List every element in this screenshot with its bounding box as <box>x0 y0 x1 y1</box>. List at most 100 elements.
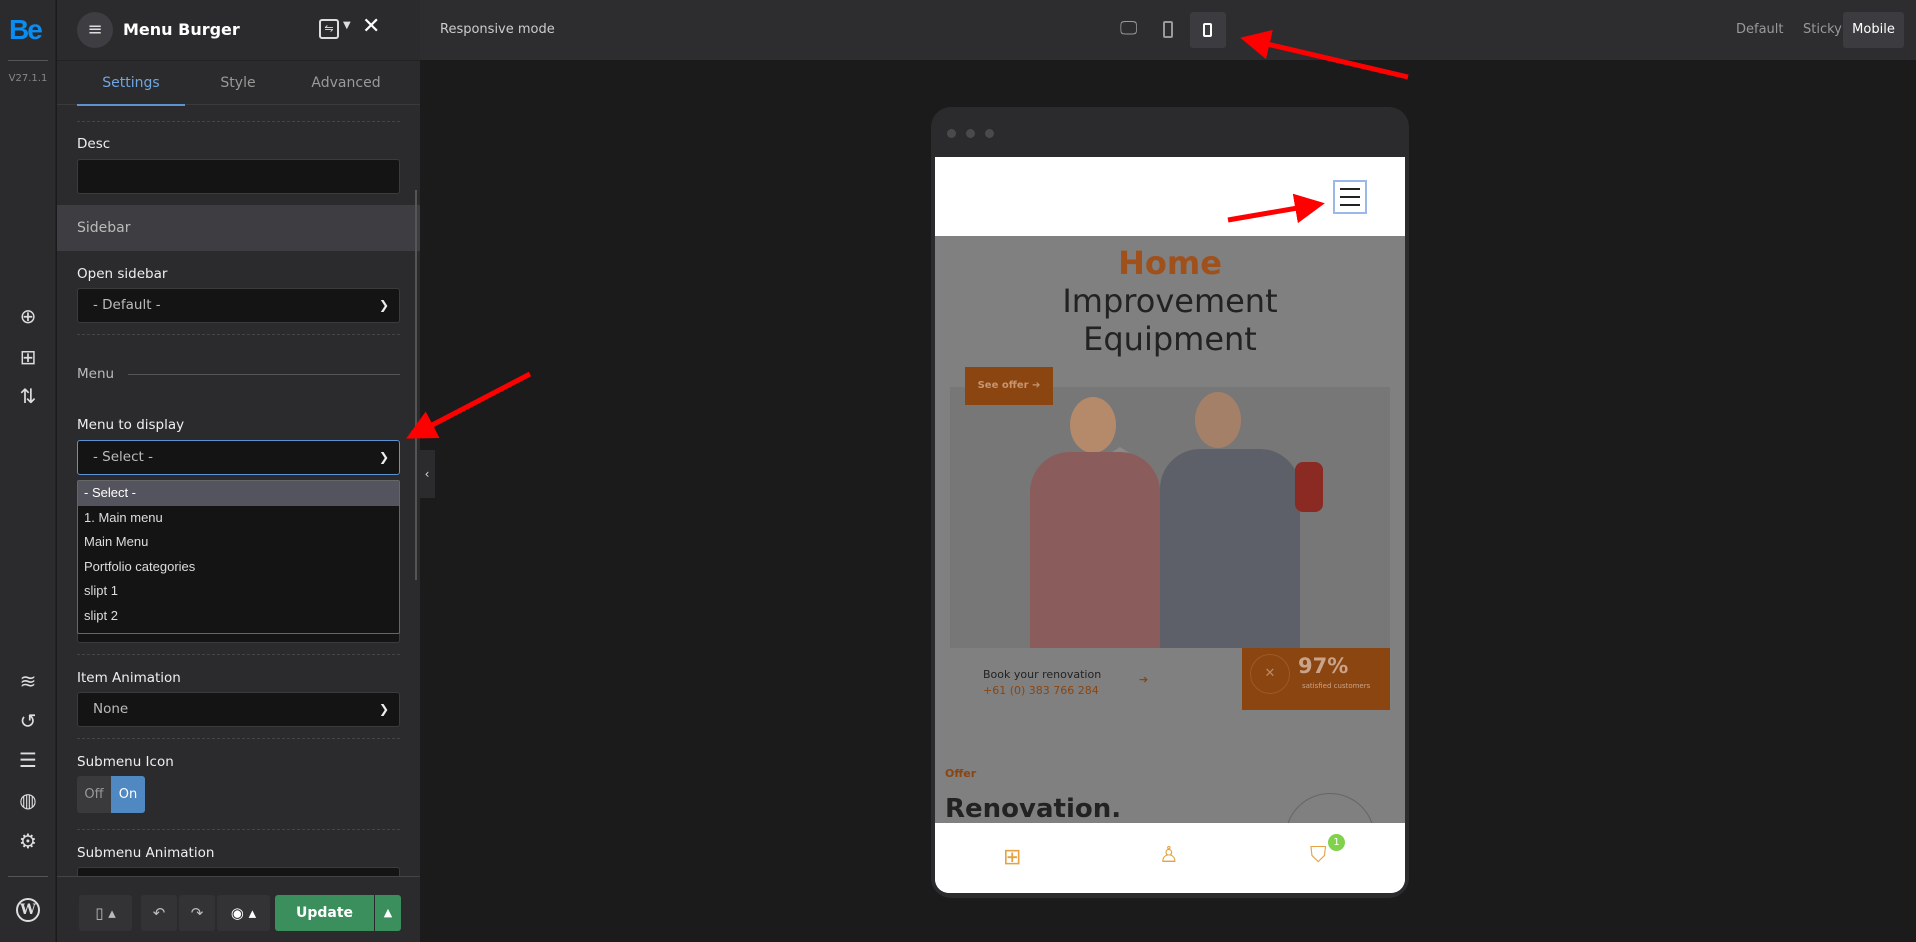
add-element-icon[interactable]: ⊕ <box>16 304 40 328</box>
caret-down-icon[interactable]: ▼ <box>343 20 351 31</box>
frame-dot <box>966 129 975 138</box>
settings-panel: ≡ Menu Burger ⇋ ▼ ✕ Settings Style Advan… <box>57 0 420 942</box>
close-icon[interactable]: ✕ <box>362 14 380 39</box>
menu-burger-element-icon: ≡ <box>77 12 113 48</box>
tools-icon: ✕ <box>1250 654 1290 694</box>
add-section-icon[interactable]: ⊞ <box>16 345 40 369</box>
mobile-bottom-nav: ⊞ ♙ ⛉ 1 <box>935 823 1405 893</box>
mobile-icon <box>1203 23 1212 37</box>
worker-woman-head <box>1070 397 1116 453</box>
menu-dropdown-list: - Select - 1. Main menu Main Menu Portfo… <box>77 480 400 634</box>
undo-button[interactable]: ↶ <box>141 895 177 931</box>
menu-option[interactable]: Portfolio categories <box>78 555 399 580</box>
user-icon[interactable]: ♙ <box>1159 843 1179 868</box>
grid-icon[interactable]: ⊞ <box>1003 845 1021 870</box>
offer-label: Offer <box>945 767 977 780</box>
tab-advanced[interactable]: Advanced <box>292 61 400 106</box>
gear-icon[interactable]: ⚙ <box>16 829 40 853</box>
divider <box>77 829 400 830</box>
menu-burger-button[interactable] <box>1333 180 1367 214</box>
divider <box>77 654 400 655</box>
chevron-down-icon: ❯ <box>378 298 389 312</box>
divider <box>128 374 400 375</box>
see-offer-button[interactable]: See offer ➔ <box>965 367 1053 405</box>
tab-style[interactable]: Style <box>184 61 292 106</box>
submenu-icon-toggle[interactable]: Off On <box>77 776 145 813</box>
menu-option[interactable]: slipt 2 <box>78 604 399 629</box>
open-sidebar-select[interactable]: - Default - ❯ <box>77 288 400 323</box>
item-animation-label: Item Animation <box>77 670 181 686</box>
preview-button[interactable]: ◉ ▴ <box>217 895 270 931</box>
worker-man-head <box>1195 392 1241 448</box>
menu-option[interactable]: - Select - <box>78 481 399 506</box>
redo-button[interactable]: ↷ <box>179 895 215 931</box>
menu-option[interactable]: 1. Main menu <box>78 506 399 531</box>
tablet-icon[interactable] <box>1163 21 1173 38</box>
book-renovation-phone[interactable]: +61 (0) 383 766 284 <box>983 684 1099 697</box>
worker-woman-body <box>1030 452 1160 648</box>
cart-icon[interactable]: ⛉ <box>1310 843 1327 868</box>
hero-section: Home Improvement Equipment See offer ➔ B… <box>935 236 1405 883</box>
divider <box>8 60 48 61</box>
mode-default[interactable]: Default <box>1736 22 1784 37</box>
panel-tabs: Settings Style Advanced <box>57 60 420 106</box>
update-button[interactable]: Update <box>275 895 374 931</box>
presets-icon[interactable]: ⇋ <box>319 19 339 39</box>
desktop-icon[interactable]: 🖵 <box>1120 18 1137 39</box>
menu-option[interactable]: Main Menu <box>78 530 399 555</box>
frame-dot <box>985 129 994 138</box>
submenu-animation-label: Submenu Animation <box>77 845 215 861</box>
divider <box>8 876 48 877</box>
menu-heading: Menu <box>77 366 115 382</box>
divider <box>77 121 400 122</box>
collapse-panel-handle[interactable]: ‹ <box>419 450 435 498</box>
betheme-logo: Be <box>9 14 43 45</box>
offer-title: Renovation. <box>945 794 1122 824</box>
sort-icon[interactable]: ⇅ <box>16 384 40 408</box>
mode-mobile[interactable]: Mobile <box>1843 12 1904 48</box>
item-animation-value: None <box>93 701 129 717</box>
divider <box>77 738 400 739</box>
section-sidebar[interactable]: Sidebar <box>57 205 420 251</box>
worker-glove <box>1295 462 1323 512</box>
responsive-mode-label: Responsive mode <box>440 22 555 37</box>
mobile-device-button[interactable] <box>1190 12 1226 48</box>
book-renovation-title: Book your renovation <box>983 668 1102 681</box>
chevron-down-icon: ❯ <box>378 450 389 464</box>
hero-title-line1: Home <box>1118 244 1222 282</box>
menu-to-display-select[interactable]: - Select - ❯ <box>77 440 400 475</box>
update-options-button[interactable]: ▲ <box>375 895 401 931</box>
stat-value: 97% <box>1298 654 1349 678</box>
panel-scrollbar[interactable] <box>415 190 417 580</box>
responsive-device-button[interactable]: ▯ ▴ <box>79 895 132 931</box>
app-rail: Be V27.1.1 ⊕ ⊞ ⇅ ≋ ↺ ☰ ◍ ⚙ W <box>0 0 56 942</box>
menu-to-display-label: Menu to display <box>77 417 185 433</box>
toggle-off[interactable]: Off <box>77 776 111 813</box>
arrow-right-icon[interactable]: ➔ <box>1139 673 1148 686</box>
preview-screen: Home Improvement Equipment See offer ➔ B… <box>935 157 1405 893</box>
tab-settings[interactable]: Settings <box>77 61 185 106</box>
arrow-to-menu-select <box>406 371 532 439</box>
hero-title-line3: Equipment <box>1083 320 1257 358</box>
globe-icon[interactable]: ◍ <box>16 788 40 812</box>
item-animation-select[interactable]: None ❯ <box>77 692 400 727</box>
open-sidebar-value: - Default - <box>93 297 161 313</box>
history-icon[interactable]: ↺ <box>16 709 40 733</box>
open-sidebar-label: Open sidebar <box>77 266 168 282</box>
desc-input[interactable] <box>77 159 400 194</box>
cart-count-badge: 1 <box>1328 834 1345 851</box>
menu-option[interactable]: slipt 1 <box>78 579 399 604</box>
layers-icon[interactable]: ≋ <box>16 669 40 693</box>
panel-title: Menu Burger <box>123 20 240 39</box>
wordpress-icon[interactable]: W <box>16 898 40 922</box>
chevron-down-icon: ❯ <box>378 702 389 716</box>
sliders-icon[interactable]: ☰ <box>16 748 40 772</box>
version-label: V27.1.1 <box>8 73 48 84</box>
menu-to-display-value: - Select - <box>93 449 153 465</box>
toggle-on[interactable]: On <box>111 776 145 813</box>
panel-footer: ▯ ▴ ↶ ↷ ◉ ▴ Update ▲ <box>57 876 420 942</box>
worker-man-body <box>1160 449 1300 648</box>
submenu-icon-label: Submenu Icon <box>77 754 174 770</box>
divider <box>77 334 400 335</box>
mode-sticky[interactable]: Sticky <box>1803 22 1842 37</box>
